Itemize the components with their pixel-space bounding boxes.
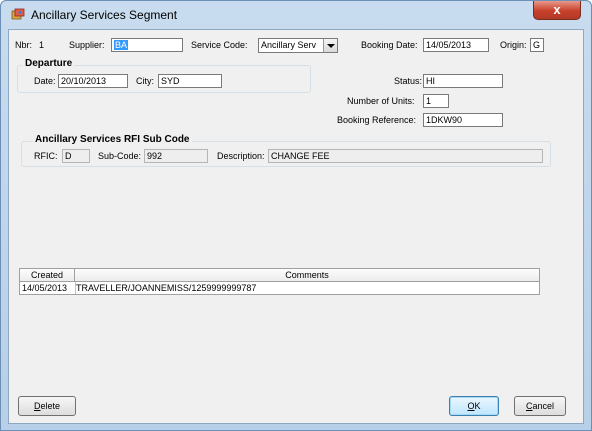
grid-header: Created Comments [19, 268, 540, 282]
booking-date-field[interactable]: 14/05/2013 [423, 38, 489, 52]
origin-label: Origin: [500, 40, 527, 50]
table-row[interactable]: 14/05/2013 TRAVELLER/JOANNEMISS/12599999… [19, 282, 540, 295]
status-label: Status: [394, 76, 423, 86]
ok-button[interactable]: OK [449, 396, 499, 416]
city-label: City: [136, 76, 154, 86]
subcode-field[interactable]: 992 [144, 149, 208, 163]
booking-date-label: Booking Date: [361, 40, 418, 50]
rfi-title: Ancillary Services RFI Sub Code [33, 134, 192, 145]
units-label: Number of Units: [347, 96, 415, 106]
nbr-value: 1 [39, 40, 45, 50]
chevron-down-icon [327, 44, 335, 48]
delete-button[interactable]: Delete [18, 396, 76, 416]
close-icon[interactable]: x [553, 2, 560, 17]
cancel-label-rest: ancel [532, 401, 554, 411]
description-label: Description: [217, 151, 265, 161]
supplier-field[interactable]: BA [111, 38, 183, 52]
supplier-value: BA [114, 40, 129, 50]
column-header-created[interactable]: Created [20, 269, 75, 281]
service-code-select[interactable]: Ancillary Serv [258, 38, 338, 53]
nbr-label: Nbr: [15, 40, 33, 50]
supplier-label: Supplier: [69, 40, 105, 50]
rfic-label: RFIC: [34, 151, 58, 161]
column-header-comments[interactable]: Comments [75, 269, 539, 281]
description-field[interactable]: CHANGE FEE [268, 149, 543, 163]
rfic-field[interactable]: D [62, 149, 90, 163]
departure-title: Departure [23, 58, 75, 69]
departure-date-field[interactable]: 20/10/2013 [58, 74, 128, 88]
service-code-value: Ancillary Serv [261, 40, 317, 50]
window-title: Ancillary Services Segment [31, 8, 178, 22]
cell-created[interactable]: 14/05/2013 [21, 282, 76, 294]
dialog-window: Ancillary Services Segment x Nbr: 1 Supp… [0, 0, 592, 431]
city-field[interactable]: SYD [158, 74, 222, 88]
close-button[interactable]: x [533, 1, 581, 20]
status-field[interactable]: HI [423, 74, 503, 88]
service-code-label: Service Code: [191, 40, 248, 50]
delete-label-rest: elete [40, 401, 61, 411]
dialog-body: Nbr: 1 Supplier: BA Service Code: Ancill… [8, 29, 584, 424]
ok-label-rest: K [474, 401, 481, 411]
booking-ref-label: Booking Reference: [337, 115, 417, 125]
cell-comments[interactable]: TRAVELLER/JOANNEMISS/1259999999787 [76, 282, 256, 294]
subcode-label: Sub-Code: [98, 151, 142, 161]
units-field[interactable]: 1 [423, 94, 449, 108]
ok-mnemonic: O [467, 401, 475, 411]
cancel-button[interactable]: Cancel [514, 396, 566, 416]
departure-date-label: Date: [34, 76, 56, 86]
title-bar[interactable]: Ancillary Services Segment x [1, 1, 591, 28]
origin-field[interactable]: G [530, 38, 544, 52]
service-code-dropdown-button[interactable] [323, 39, 337, 52]
booking-ref-field[interactable]: 1DKW90 [423, 113, 503, 127]
app-icon [11, 8, 25, 20]
